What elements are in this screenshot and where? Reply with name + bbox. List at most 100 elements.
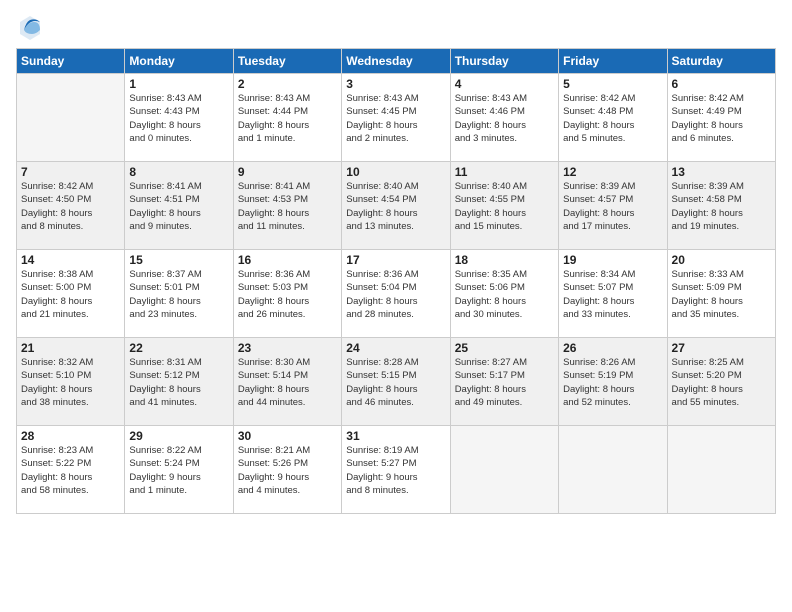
calendar-day-cell: 5Sunrise: 8:42 AM Sunset: 4:48 PM Daylig… [559,74,667,162]
day-number: 21 [21,341,120,355]
day-number: 28 [21,429,120,443]
calendar-day-cell: 19Sunrise: 8:34 AM Sunset: 5:07 PM Dayli… [559,250,667,338]
calendar-header-cell: Tuesday [233,49,341,74]
calendar-day-cell: 7Sunrise: 8:42 AM Sunset: 4:50 PM Daylig… [17,162,125,250]
day-number: 4 [455,77,554,91]
day-info: Sunrise: 8:28 AM Sunset: 5:15 PM Dayligh… [346,356,445,409]
day-number: 16 [238,253,337,267]
day-number: 6 [672,77,771,91]
day-number: 29 [129,429,228,443]
day-info: Sunrise: 8:30 AM Sunset: 5:14 PM Dayligh… [238,356,337,409]
day-number: 24 [346,341,445,355]
day-info: Sunrise: 8:26 AM Sunset: 5:19 PM Dayligh… [563,356,662,409]
calendar-day-cell: 11Sunrise: 8:40 AM Sunset: 4:55 PM Dayli… [450,162,558,250]
day-info: Sunrise: 8:43 AM Sunset: 4:45 PM Dayligh… [346,92,445,145]
day-info: Sunrise: 8:25 AM Sunset: 5:20 PM Dayligh… [672,356,771,409]
calendar-header-cell: Saturday [667,49,775,74]
calendar-day-cell: 30Sunrise: 8:21 AM Sunset: 5:26 PM Dayli… [233,426,341,514]
day-info: Sunrise: 8:32 AM Sunset: 5:10 PM Dayligh… [21,356,120,409]
calendar-day-cell [450,426,558,514]
day-number: 1 [129,77,228,91]
day-number: 15 [129,253,228,267]
calendar-week-row: 21Sunrise: 8:32 AM Sunset: 5:10 PM Dayli… [17,338,776,426]
calendar-day-cell: 14Sunrise: 8:38 AM Sunset: 5:00 PM Dayli… [17,250,125,338]
day-info: Sunrise: 8:23 AM Sunset: 5:22 PM Dayligh… [21,444,120,497]
day-number: 11 [455,165,554,179]
day-number: 27 [672,341,771,355]
day-number: 8 [129,165,228,179]
calendar-header-cell: Sunday [17,49,125,74]
calendar-day-cell: 22Sunrise: 8:31 AM Sunset: 5:12 PM Dayli… [125,338,233,426]
calendar-day-cell [667,426,775,514]
day-info: Sunrise: 8:35 AM Sunset: 5:06 PM Dayligh… [455,268,554,321]
day-info: Sunrise: 8:27 AM Sunset: 5:17 PM Dayligh… [455,356,554,409]
day-info: Sunrise: 8:36 AM Sunset: 5:04 PM Dayligh… [346,268,445,321]
calendar-day-cell: 1Sunrise: 8:43 AM Sunset: 4:43 PM Daylig… [125,74,233,162]
day-number: 13 [672,165,771,179]
day-number: 20 [672,253,771,267]
day-info: Sunrise: 8:40 AM Sunset: 4:55 PM Dayligh… [455,180,554,233]
calendar-day-cell: 25Sunrise: 8:27 AM Sunset: 5:17 PM Dayli… [450,338,558,426]
day-number: 17 [346,253,445,267]
calendar-day-cell: 15Sunrise: 8:37 AM Sunset: 5:01 PM Dayli… [125,250,233,338]
calendar-day-cell: 31Sunrise: 8:19 AM Sunset: 5:27 PM Dayli… [342,426,450,514]
day-number: 22 [129,341,228,355]
day-info: Sunrise: 8:38 AM Sunset: 5:00 PM Dayligh… [21,268,120,321]
day-info: Sunrise: 8:21 AM Sunset: 5:26 PM Dayligh… [238,444,337,497]
calendar-week-row: 7Sunrise: 8:42 AM Sunset: 4:50 PM Daylig… [17,162,776,250]
day-number: 5 [563,77,662,91]
calendar-day-cell: 12Sunrise: 8:39 AM Sunset: 4:57 PM Dayli… [559,162,667,250]
day-number: 3 [346,77,445,91]
day-number: 19 [563,253,662,267]
day-number: 18 [455,253,554,267]
calendar-week-row: 28Sunrise: 8:23 AM Sunset: 5:22 PM Dayli… [17,426,776,514]
calendar-header-row: SundayMondayTuesdayWednesdayThursdayFrid… [17,49,776,74]
calendar-header-cell: Thursday [450,49,558,74]
calendar-day-cell: 9Sunrise: 8:41 AM Sunset: 4:53 PM Daylig… [233,162,341,250]
calendar-day-cell: 18Sunrise: 8:35 AM Sunset: 5:06 PM Dayli… [450,250,558,338]
calendar-day-cell: 23Sunrise: 8:30 AM Sunset: 5:14 PM Dayli… [233,338,341,426]
day-info: Sunrise: 8:41 AM Sunset: 4:53 PM Dayligh… [238,180,337,233]
calendar-day-cell: 24Sunrise: 8:28 AM Sunset: 5:15 PM Dayli… [342,338,450,426]
calendar-day-cell: 16Sunrise: 8:36 AM Sunset: 5:03 PM Dayli… [233,250,341,338]
calendar-day-cell: 29Sunrise: 8:22 AM Sunset: 5:24 PM Dayli… [125,426,233,514]
day-number: 2 [238,77,337,91]
day-info: Sunrise: 8:41 AM Sunset: 4:51 PM Dayligh… [129,180,228,233]
calendar-day-cell [559,426,667,514]
day-number: 14 [21,253,120,267]
page: SundayMondayTuesdayWednesdayThursdayFrid… [0,0,792,612]
day-info: Sunrise: 8:40 AM Sunset: 4:54 PM Dayligh… [346,180,445,233]
calendar-day-cell: 8Sunrise: 8:41 AM Sunset: 4:51 PM Daylig… [125,162,233,250]
day-number: 26 [563,341,662,355]
day-info: Sunrise: 8:39 AM Sunset: 4:58 PM Dayligh… [672,180,771,233]
day-info: Sunrise: 8:39 AM Sunset: 4:57 PM Dayligh… [563,180,662,233]
calendar-day-cell: 21Sunrise: 8:32 AM Sunset: 5:10 PM Dayli… [17,338,125,426]
day-info: Sunrise: 8:22 AM Sunset: 5:24 PM Dayligh… [129,444,228,497]
logo-icon [16,12,44,40]
day-info: Sunrise: 8:37 AM Sunset: 5:01 PM Dayligh… [129,268,228,321]
calendar-week-row: 14Sunrise: 8:38 AM Sunset: 5:00 PM Dayli… [17,250,776,338]
calendar-day-cell: 13Sunrise: 8:39 AM Sunset: 4:58 PM Dayli… [667,162,775,250]
calendar-day-cell: 3Sunrise: 8:43 AM Sunset: 4:45 PM Daylig… [342,74,450,162]
day-info: Sunrise: 8:34 AM Sunset: 5:07 PM Dayligh… [563,268,662,321]
calendar-week-row: 1Sunrise: 8:43 AM Sunset: 4:43 PM Daylig… [17,74,776,162]
day-info: Sunrise: 8:31 AM Sunset: 5:12 PM Dayligh… [129,356,228,409]
day-info: Sunrise: 8:43 AM Sunset: 4:43 PM Dayligh… [129,92,228,145]
day-info: Sunrise: 8:36 AM Sunset: 5:03 PM Dayligh… [238,268,337,321]
day-number: 12 [563,165,662,179]
day-info: Sunrise: 8:33 AM Sunset: 5:09 PM Dayligh… [672,268,771,321]
calendar-day-cell: 26Sunrise: 8:26 AM Sunset: 5:19 PM Dayli… [559,338,667,426]
calendar-day-cell: 17Sunrise: 8:36 AM Sunset: 5:04 PM Dayli… [342,250,450,338]
calendar-day-cell: 20Sunrise: 8:33 AM Sunset: 5:09 PM Dayli… [667,250,775,338]
day-number: 9 [238,165,337,179]
day-number: 25 [455,341,554,355]
calendar-day-cell [17,74,125,162]
day-number: 31 [346,429,445,443]
calendar-header-cell: Friday [559,49,667,74]
calendar-header-cell: Wednesday [342,49,450,74]
calendar: SundayMondayTuesdayWednesdayThursdayFrid… [16,48,776,514]
logo [16,12,46,40]
calendar-day-cell: 10Sunrise: 8:40 AM Sunset: 4:54 PM Dayli… [342,162,450,250]
day-info: Sunrise: 8:19 AM Sunset: 5:27 PM Dayligh… [346,444,445,497]
day-info: Sunrise: 8:42 AM Sunset: 4:48 PM Dayligh… [563,92,662,145]
